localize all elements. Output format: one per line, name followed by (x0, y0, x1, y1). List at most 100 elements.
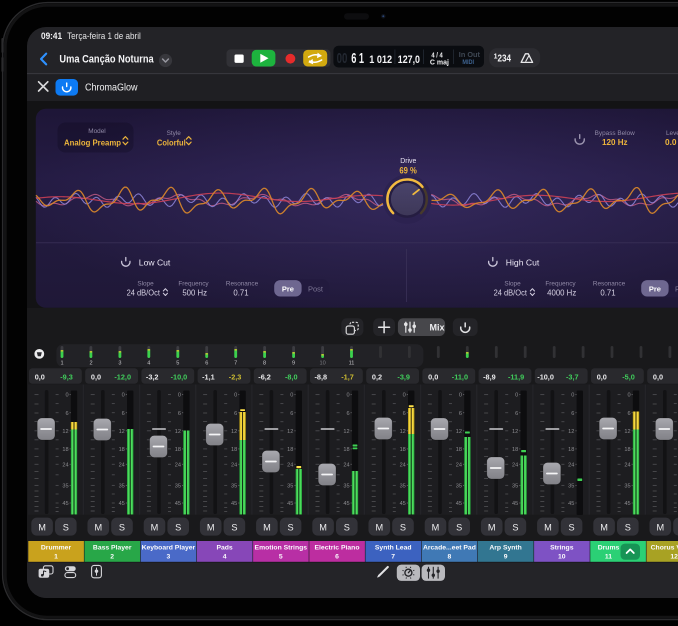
svg-text:M: M (600, 522, 608, 532)
svg-text:10: 10 (558, 554, 566, 561)
svg-text:35: 35 (62, 484, 68, 490)
svg-text:45: 45 (512, 501, 518, 507)
svg-text:Frequency: Frequency (178, 280, 209, 287)
svg-text:S: S (569, 522, 575, 532)
svg-text:Slope: Slope (137, 280, 154, 287)
svg-text:1: 1 (60, 360, 63, 366)
svg-text:500 Hz: 500 Hz (182, 289, 207, 298)
svg-text:6: 6 (205, 360, 208, 366)
svg-text:12: 12 (670, 554, 678, 561)
svg-text:-12,0: -12,0 (114, 373, 131, 382)
svg-text:Chorus Vocals: Chorus Vocals (651, 544, 678, 551)
svg-text:09:41: 09:41 (41, 31, 62, 41)
svg-text:Electric Piano: Electric Piano (315, 544, 360, 551)
svg-text:Strings: Strings (550, 544, 574, 551)
svg-text:M: M (263, 522, 271, 532)
svg-text:24: 24 (175, 462, 181, 468)
svg-text:M: M (544, 522, 552, 532)
svg-text:-1,1: -1,1 (202, 373, 215, 382)
svg-text:18: 18 (400, 447, 406, 453)
svg-text:24: 24 (400, 462, 406, 468)
svg-text:24: 24 (343, 462, 349, 468)
svg-text:In Out: In Out (459, 50, 481, 59)
svg-text:6: 6 (122, 411, 125, 417)
svg-text:00: 00 (337, 51, 348, 67)
svg-text:Drive: Drive (400, 156, 416, 165)
svg-text:6: 6 (459, 411, 462, 417)
svg-text:5: 5 (279, 554, 283, 561)
svg-text:Mix: Mix (430, 323, 445, 333)
svg-text:C maj: C maj (430, 57, 449, 66)
svg-text:3: 3 (118, 360, 121, 366)
svg-text:Emotion Strings: Emotion Strings (255, 544, 308, 551)
svg-text:18: 18 (512, 447, 518, 453)
svg-text:24: 24 (512, 462, 518, 468)
svg-text:M: M (319, 522, 327, 532)
svg-text:S: S (625, 522, 631, 532)
svg-text:0,0: 0,0 (653, 373, 663, 382)
svg-text:69 %: 69 % (399, 166, 417, 176)
svg-text:M: M (207, 522, 215, 532)
svg-text:S: S (344, 522, 350, 532)
svg-text:6: 6 (178, 411, 181, 417)
svg-text:4: 4 (147, 360, 150, 366)
svg-text:12: 12 (343, 429, 349, 435)
svg-text:18: 18 (456, 447, 462, 453)
svg-text:0,0: 0,0 (597, 373, 607, 382)
svg-text:7: 7 (234, 360, 237, 366)
svg-text:-6,2: -6,2 (258, 373, 271, 382)
svg-text:45: 45 (62, 501, 68, 507)
svg-text:M: M (488, 522, 496, 532)
svg-text:12: 12 (456, 429, 462, 435)
svg-text:0: 0 (234, 393, 237, 399)
svg-text:7: 7 (391, 554, 395, 561)
svg-text:10: 10 (319, 360, 325, 366)
svg-text:18: 18 (287, 447, 293, 453)
svg-text:0: 0 (122, 393, 125, 399)
svg-text:0.71: 0.71 (233, 289, 248, 298)
svg-text:12: 12 (119, 429, 125, 435)
svg-text:0: 0 (65, 393, 68, 399)
svg-text:4000 Hz: 4000 Hz (547, 289, 576, 298)
svg-text:Bass Player: Bass Player (93, 544, 132, 551)
svg-text:S: S (63, 522, 69, 532)
svg-text:35: 35 (568, 484, 574, 490)
svg-text:-9,3: -9,3 (60, 373, 73, 382)
svg-text:1: 1 (54, 554, 58, 561)
svg-text:Terça-feira 1 de abril: Terça-feira 1 de abril (67, 31, 141, 41)
svg-text:0: 0 (459, 393, 462, 399)
svg-text:9: 9 (504, 554, 508, 561)
svg-text:S: S (119, 522, 125, 532)
svg-text:Arcade...eet Pad: Arcade...eet Pad (423, 544, 476, 551)
svg-text:5: 5 (176, 360, 179, 366)
svg-text:0.0: 0.0 (665, 137, 677, 147)
svg-text:0.71: 0.71 (600, 289, 615, 298)
svg-text:-1,7: -1,7 (341, 373, 354, 382)
svg-text:-2,3: -2,3 (229, 373, 242, 382)
svg-text:12: 12 (624, 429, 630, 435)
svg-text:12: 12 (512, 429, 518, 435)
svg-text:Post: Post (308, 285, 324, 294)
svg-text:-10,0: -10,0 (171, 373, 188, 382)
svg-text:0,0: 0,0 (91, 373, 101, 382)
svg-text:24: 24 (231, 462, 237, 468)
svg-text:18: 18 (119, 447, 125, 453)
svg-text:24 dB/Oct: 24 dB/Oct (494, 289, 528, 298)
svg-text:0,2: 0,2 (372, 373, 382, 382)
svg-text:35: 35 (231, 484, 237, 490)
svg-text:6: 6 (290, 411, 293, 417)
svg-text:-10,0: -10,0 (537, 373, 554, 382)
svg-text:Drums: Drums (598, 544, 620, 551)
svg-text:M: M (656, 522, 664, 532)
svg-text:127,0: 127,0 (398, 54, 420, 66)
svg-text:45: 45 (400, 501, 406, 507)
svg-text:35: 35 (119, 484, 125, 490)
svg-text:18: 18 (62, 447, 68, 453)
svg-text:8: 8 (448, 554, 452, 561)
svg-text:M: M (94, 522, 102, 532)
svg-text:Drummer: Drummer (41, 544, 72, 551)
svg-text:2: 2 (89, 360, 92, 366)
svg-text:-8,9: -8,9 (483, 373, 496, 382)
svg-text:M: M (151, 522, 159, 532)
svg-text:Resonance: Resonance (226, 280, 259, 287)
